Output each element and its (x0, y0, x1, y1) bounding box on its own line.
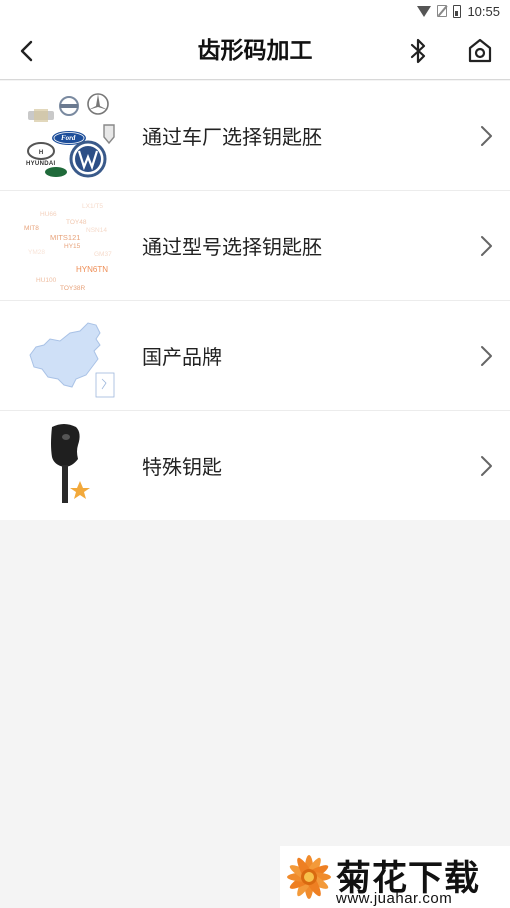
menu-item-label: 特殊钥匙 (142, 455, 222, 479)
page-title: 齿形码加工 (197, 38, 313, 64)
menu-item-domestic-brands[interactable]: 国产品牌 (0, 301, 510, 411)
hyundai-logo-text: HYUNDAI (26, 161, 56, 167)
watermark: 菊花下载网 www.juahar.com (280, 846, 510, 908)
model-code: NSN14 (86, 227, 107, 234)
key-model-codes: HU66 LX1/T5 TOY48 MIT8 MITS121 HY15 HYN6… (22, 199, 118, 293)
model-code: HU66 (40, 211, 57, 218)
chevron-right-icon (481, 346, 492, 366)
model-code: TOY38R (60, 285, 86, 292)
menu-item-special-keys[interactable]: 特殊钥匙 (0, 411, 510, 520)
menu-item-by-manufacturer[interactable]: H Ford HYUNDAI 通过车厂选择钥匙胚 (0, 81, 510, 191)
menu-list: H Ford HYUNDAI 通过车厂选择钥匙胚 HU66 LX1/T5 TOY… (0, 81, 510, 520)
status-time: 10:55 (467, 3, 500, 19)
svg-text:H: H (39, 150, 43, 156)
battery-icon (453, 4, 462, 18)
bluetooth-icon[interactable] (404, 36, 432, 66)
car-brand-logos: H Ford HYUNDAI (22, 89, 118, 183)
chevron-left-icon[interactable] (14, 36, 42, 66)
model-code: GM37 (94, 251, 112, 258)
status-bar: 10:55 (0, 0, 510, 22)
model-code: HU100 (36, 277, 57, 284)
chevron-right-icon (481, 236, 492, 256)
special-key-icon (22, 419, 118, 513)
model-code: YM28 (28, 249, 45, 256)
china-map-icon (22, 309, 118, 403)
ford-logo-text: Ford (61, 134, 76, 142)
menu-item-label: 通过车厂选择钥匙胚 (142, 125, 322, 149)
model-code: MIT8 (24, 225, 39, 232)
model-code: TOY48 (66, 219, 87, 226)
no-sim-icon (437, 5, 448, 17)
menu-item-label: 通过型号选择钥匙胚 (142, 235, 322, 259)
watermark-url: www.juahar.com (336, 890, 453, 907)
model-code: MITS121 (50, 233, 81, 242)
app-header: 齿形码加工 (0, 22, 510, 80)
flower-logo-icon (287, 855, 331, 899)
chevron-right-icon (481, 126, 492, 146)
model-code: LX1/T5 (82, 203, 103, 210)
home-icon[interactable] (464, 36, 496, 66)
model-code: HY15 (64, 243, 81, 250)
wifi-icon (417, 5, 432, 17)
menu-item-label: 国产品牌 (142, 345, 222, 369)
chevron-right-icon (481, 456, 492, 476)
menu-item-by-model[interactable]: HU66 LX1/T5 TOY48 MIT8 MITS121 HY15 HYN6… (0, 191, 510, 301)
model-code: HYN6TN (76, 265, 109, 274)
